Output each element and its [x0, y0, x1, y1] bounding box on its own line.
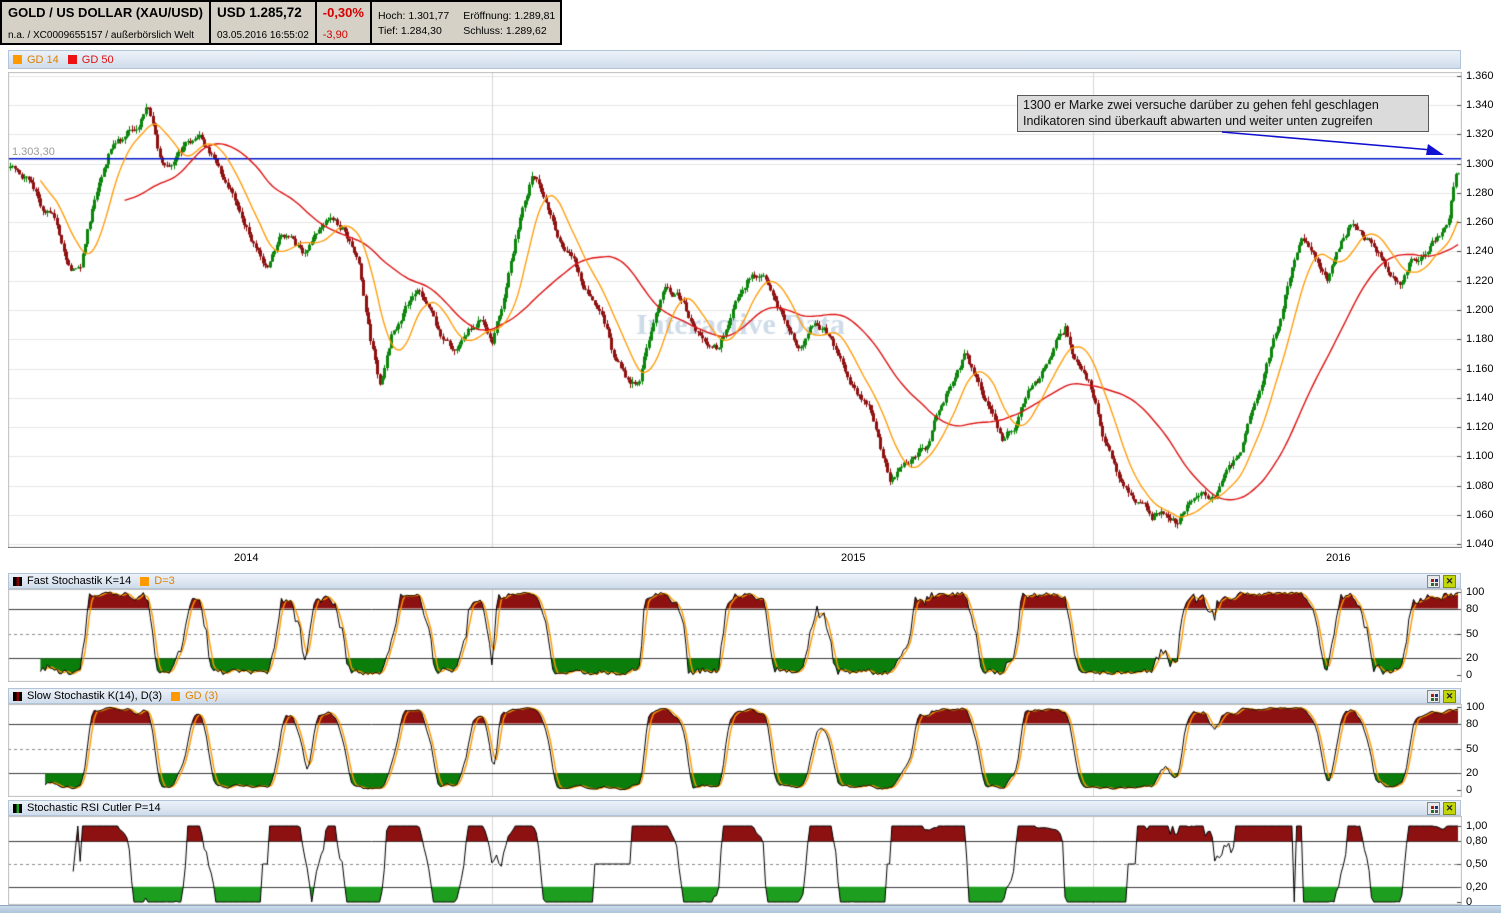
stochastic-rsi-cutler-p-14-tick-0: 0: [1466, 896, 1472, 908]
slow-stochastic-title[interactable]: Slow Stochastik K(14), D(3): [27, 690, 162, 702]
main-y-tick-1.240: 1.240: [1466, 245, 1494, 257]
fast-stochastik-k-14-tick-100: 100: [1466, 586, 1484, 598]
x-year-label-2015: 2015: [841, 552, 865, 564]
annotation-line2: Indikatoren sind überkauft abwarten und …: [1023, 114, 1423, 130]
fast-stochastic-color-swatch: [13, 577, 22, 586]
price-section: USD 1.285,72 03.05.2016 16:55:02: [211, 2, 317, 43]
main-y-tick-1.300: 1.300: [1466, 158, 1494, 170]
main-y-tick-1.280: 1.280: [1466, 187, 1494, 199]
panel2-close-button[interactable]: ✕: [1443, 690, 1456, 703]
fast-stochastik-k-14-tick-50: 50: [1466, 628, 1478, 640]
panel3-properties-button[interactable]: [1427, 802, 1440, 815]
panel1-close-button[interactable]: ✕: [1443, 575, 1456, 588]
slow-stochastik-k-14-d-3--tick-80: 80: [1466, 718, 1478, 730]
main-chart-legend: GD 14 GD 50: [8, 50, 1461, 69]
slow-gd3-label[interactable]: GD (3): [185, 690, 218, 702]
instrument-title: GOLD / US DOLLAR (XAU/USD): [8, 5, 203, 20]
main-price-chart-canvas[interactable]: [8, 72, 1462, 548]
panel1-properties-button[interactable]: [1427, 575, 1440, 588]
main-y-tick-1.080: 1.080: [1466, 480, 1494, 492]
main-y-tick-1.060: 1.060: [1466, 509, 1494, 521]
change-percent: -0,30%: [323, 5, 364, 20]
slow-stochastik-k-14-d-3--tick-20: 20: [1466, 767, 1478, 779]
fast-stochastik-k-14-tick-80: 80: [1466, 603, 1478, 615]
main-y-tick-1.340: 1.340: [1466, 99, 1494, 111]
stat-eroeffnung: Eröffnung: 1.289,81: [463, 10, 555, 22]
quote-header: GOLD / US DOLLAR (XAU/USD) n.a. / XC0009…: [0, 0, 562, 45]
quote-datetime: 03.05.2016 16:55:02: [217, 30, 309, 41]
fast-d3-label[interactable]: D=3: [154, 575, 175, 587]
panel2-properties-button[interactable]: [1427, 690, 1440, 703]
panel3-close-button[interactable]: ✕: [1443, 802, 1456, 815]
main-y-tick-1.360: 1.360: [1466, 70, 1494, 82]
panel-stochastic-rsi-header: Stochastic RSI Cutler P=14 ✕: [8, 800, 1461, 816]
stat-schluss: Schluss: 1.289,62: [463, 25, 555, 37]
main-y-tick-1.220: 1.220: [1466, 275, 1494, 287]
main-y-tick-1.160: 1.160: [1466, 363, 1494, 375]
hline-value-label: 1.303,30: [12, 146, 55, 158]
change-absolute: -3,90: [323, 29, 364, 41]
stochastic-rsi-cutler-p-14-tick-0,80: 0,80: [1466, 835, 1487, 847]
stochastic-rsi-cutler-p-14-tick-1,00: 1,00: [1466, 820, 1487, 832]
x-year-label-2014: 2014: [234, 552, 258, 564]
stat-tief: Tief: 1.284,30: [378, 25, 449, 37]
slow-stochastic-canvas[interactable]: [8, 704, 1462, 797]
gd50-legend-label[interactable]: GD 50: [82, 54, 114, 66]
analyst-annotation-box[interactable]: 1300 er Marke zwei versuche darüber zu g…: [1017, 95, 1429, 132]
slow-stochastik-k-14-d-3--tick-0: 0: [1466, 784, 1472, 796]
fast-stochastik-k-14-tick-0: 0: [1466, 669, 1472, 681]
main-y-tick-1.180: 1.180: [1466, 333, 1494, 345]
slow-stochastic-color-swatch: [13, 692, 22, 701]
panel-slow-stochastic-header: Slow Stochastik K(14), D(3) GD (3) ✕: [8, 688, 1461, 704]
main-y-tick-1.040: 1.040: [1466, 538, 1494, 550]
stochastic-rsi-color-swatch: [13, 804, 22, 813]
stochastic-rsi-title[interactable]: Stochastic RSI Cutler P=14: [27, 802, 161, 814]
gd14-legend-label[interactable]: GD 14: [27, 54, 59, 66]
gd50-color-swatch: [68, 55, 77, 64]
slow-stochastik-k-14-d-3--tick-100: 100: [1466, 701, 1484, 713]
main-y-tick-1.200: 1.200: [1466, 304, 1494, 316]
gd14-color-swatch: [13, 55, 22, 64]
chart-application: { "header": { "title": "GOLD / US DOLLAR…: [0, 0, 1501, 913]
stochastic-rsi-cutler-p-14-tick-0,20: 0,20: [1466, 881, 1487, 893]
fast-stochastik-k-14-tick-20: 20: [1466, 652, 1478, 664]
fast-stochastic-canvas[interactable]: [8, 589, 1462, 682]
main-y-tick-1.120: 1.120: [1466, 421, 1494, 433]
fast-stochastic-title[interactable]: Fast Stochastik K=14: [27, 575, 131, 587]
main-y-tick-1.100: 1.100: [1466, 450, 1494, 462]
slow-stochastik-k-14-d-3--tick-50: 50: [1466, 743, 1478, 755]
ohlc-section: Hoch: 1.301,77 Eröffnung: 1.289,81 Tief:…: [372, 2, 561, 43]
slow-gd3-color-swatch: [171, 692, 180, 701]
bottom-scrollbar[interactable]: [0, 905, 1501, 913]
stochastic-rsi-canvas[interactable]: [8, 816, 1462, 905]
main-y-tick-1.320: 1.320: [1466, 128, 1494, 140]
x-year-label-2016: 2016: [1326, 552, 1350, 564]
fast-d3-color-swatch: [140, 577, 149, 586]
instrument-subtitle: n.a. / XC0009655157 / außerbörslich Welt: [8, 30, 203, 41]
annotation-line1: 1300 er Marke zwei versuche darüber zu g…: [1023, 98, 1423, 114]
instrument-section: GOLD / US DOLLAR (XAU/USD) n.a. / XC0009…: [2, 2, 211, 43]
main-y-tick-1.140: 1.140: [1466, 392, 1494, 404]
last-price: USD 1.285,72: [217, 5, 309, 20]
stochastic-rsi-cutler-p-14-tick-0,50: 0,50: [1466, 858, 1487, 870]
change-section: -0,30% -3,90: [317, 2, 372, 43]
main-y-tick-1.260: 1.260: [1466, 216, 1494, 228]
stat-hoch: Hoch: 1.301,77: [378, 10, 449, 22]
panel-fast-stochastic-header: Fast Stochastik K=14 D=3 ✕: [8, 573, 1461, 589]
